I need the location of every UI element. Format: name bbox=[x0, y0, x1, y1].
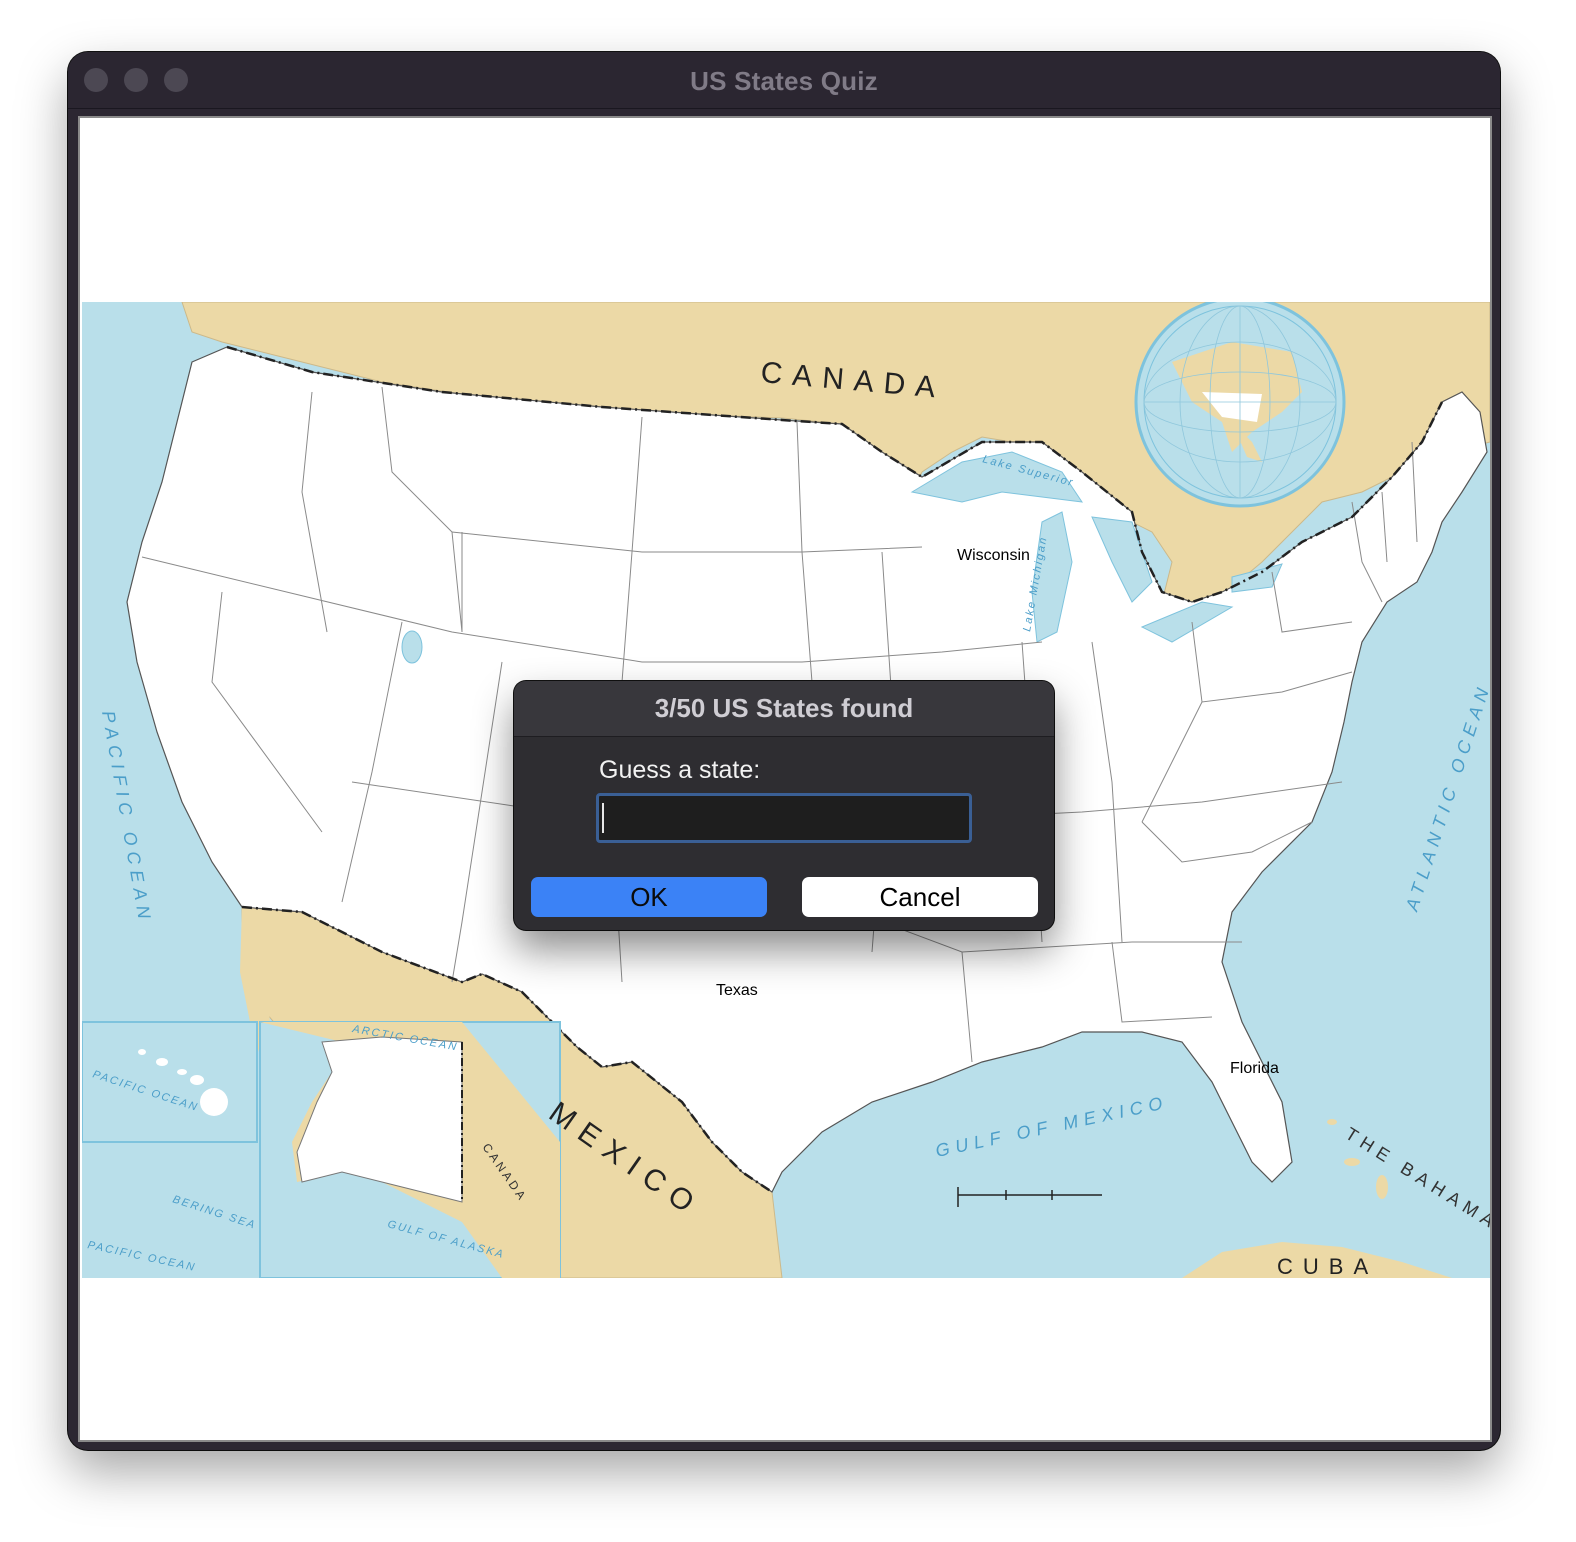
cuba-label: CUBA bbox=[1277, 1254, 1378, 1278]
cancel-button[interactable]: Cancel bbox=[802, 877, 1038, 917]
dialog-prompt: Guess a state: bbox=[599, 756, 761, 784]
dialog-title: 3/50 US States found bbox=[514, 681, 1054, 737]
great-salt-lake bbox=[401, 630, 423, 664]
globe-inset bbox=[1134, 302, 1346, 508]
title-bar: US States Quiz bbox=[68, 52, 1500, 109]
found-state-label: Wisconsin bbox=[957, 547, 1030, 564]
found-state-label: Texas bbox=[716, 982, 758, 999]
text-caret bbox=[602, 803, 604, 833]
state-guess-input[interactable] bbox=[596, 793, 972, 843]
guess-dialog: 3/50 US States found Guess a state: OK C… bbox=[514, 681, 1054, 930]
found-state-label: Florida bbox=[1230, 1060, 1279, 1077]
ok-button[interactable]: OK bbox=[531, 877, 767, 917]
hawaii-inset: PACIFIC OCEAN bbox=[82, 1021, 258, 1143]
window-title: US States Quiz bbox=[690, 66, 878, 96]
